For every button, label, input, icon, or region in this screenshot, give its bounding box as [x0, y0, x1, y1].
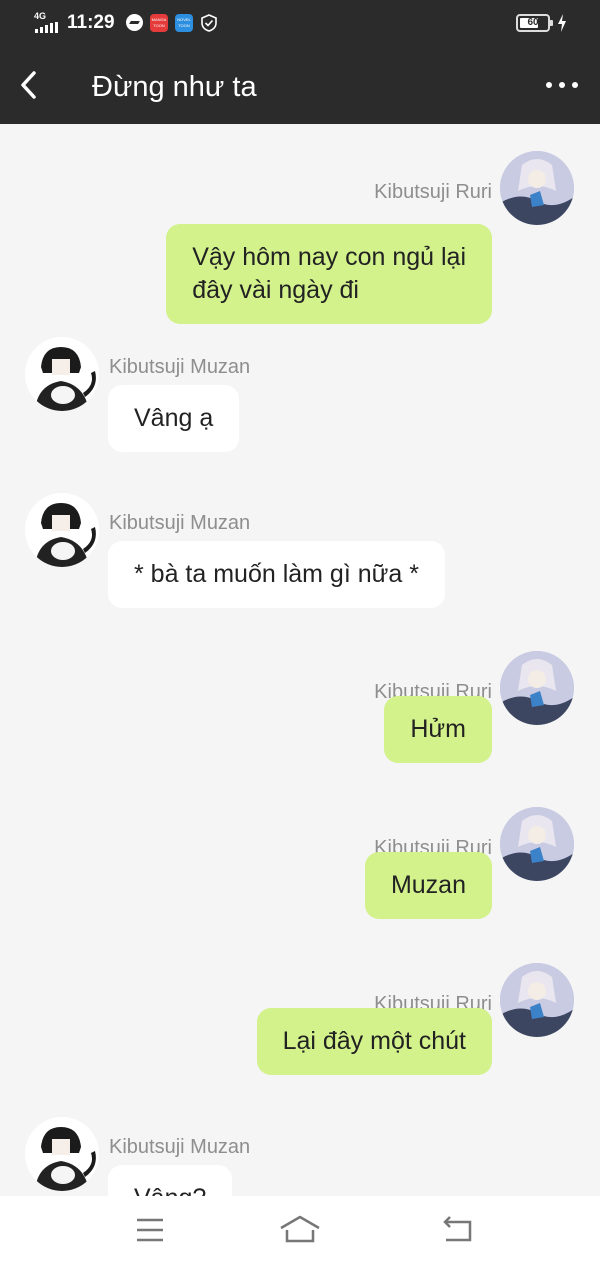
message-item: Kibutsuji Muzan Vâng? — [0, 1117, 600, 1196]
message-text: Lại đây một chút — [282, 1027, 466, 1055]
message-text: Hửm — [410, 715, 466, 743]
network-type: 4G — [34, 11, 47, 21]
charging-icon — [558, 14, 566, 32]
message-item: Kibutsuji Ruri Muzan — [0, 807, 600, 925]
avatar[interactable] — [25, 337, 99, 411]
message-bubble[interactable]: Vâng? — [108, 1165, 233, 1196]
system-nav-bar — [0, 1196, 600, 1267]
avatar[interactable] — [500, 963, 574, 1037]
back-icon[interactable] — [438, 1213, 478, 1247]
sender-name: Kibutsuji Ruri — [374, 181, 492, 203]
message-bubble[interactable]: Muzan — [364, 852, 492, 919]
avatar[interactable] — [500, 151, 574, 225]
battery-level: 60 — [527, 17, 539, 28]
message-item: Kibutsuji Muzan * bà ta muốn làm gì nữa … — [0, 493, 600, 611]
status-bar: 4G 11:29 MANGA TOON NOVEL TOON 60 — [0, 0, 600, 48]
message-bubble[interactable]: Hửm — [384, 696, 492, 763]
noveltoon-icon: NOVEL TOON — [175, 14, 193, 32]
chat-title: Đừng như ta — [92, 71, 257, 103]
mangatoon-icon: MANGA TOON — [150, 14, 168, 32]
sender-name: Kibutsuji Muzan — [109, 512, 251, 534]
message-list[interactable]: Kibutsuji Ruri Vậy hôm nay con ngủ lại đ… — [0, 124, 600, 1196]
message-bubble[interactable]: Vậy hôm nay con ngủ lại đây vài ngày đi — [166, 224, 492, 324]
message-item: Kibutsuji Ruri Hửm — [0, 651, 600, 769]
home-icon[interactable] — [278, 1213, 322, 1247]
more-dots-icon[interactable] — [546, 75, 578, 95]
message-text: Muzan — [390, 871, 466, 899]
message-bubble[interactable]: Lại đây một chút — [256, 1008, 492, 1075]
message-text: Vâng? — [134, 1184, 206, 1196]
battery-icon: 60 — [516, 14, 553, 32]
avatar[interactable] — [25, 493, 99, 567]
chevron-left-icon[interactable] — [16, 68, 44, 102]
message-item: Kibutsuji Ruri Lại đây một chút — [0, 963, 600, 1081]
message-text: * bà ta muốn làm gì nữa * — [134, 560, 419, 588]
shield-icon — [201, 14, 217, 32]
message-bubble[interactable]: Vâng ạ — [108, 385, 240, 452]
signal-icon: 4G — [34, 12, 62, 34]
clock: 11:29 — [67, 12, 115, 33]
avatar[interactable] — [500, 807, 574, 881]
avatar[interactable] — [25, 1117, 99, 1191]
message-text: Vâng ạ — [134, 404, 214, 432]
sender-name: Kibutsuji Muzan — [109, 1136, 251, 1158]
menu-icon[interactable] — [130, 1213, 170, 1247]
message-text-line: Vậy hôm nay con ngủ lại — [192, 243, 466, 271]
chat-header: Đừng như ta — [0, 48, 600, 124]
message-item: Kibutsuji Muzan Vâng ạ — [0, 337, 600, 455]
sender-name: Kibutsuji Muzan — [109, 356, 251, 378]
messenger-icon — [126, 14, 143, 31]
message-item: Kibutsuji Ruri Vậy hôm nay con ngủ lại đ… — [0, 151, 600, 324]
message-text-line: đây vài ngày đi — [192, 276, 359, 304]
message-bubble[interactable]: * bà ta muốn làm gì nữa * — [108, 541, 445, 608]
avatar[interactable] — [500, 651, 574, 725]
